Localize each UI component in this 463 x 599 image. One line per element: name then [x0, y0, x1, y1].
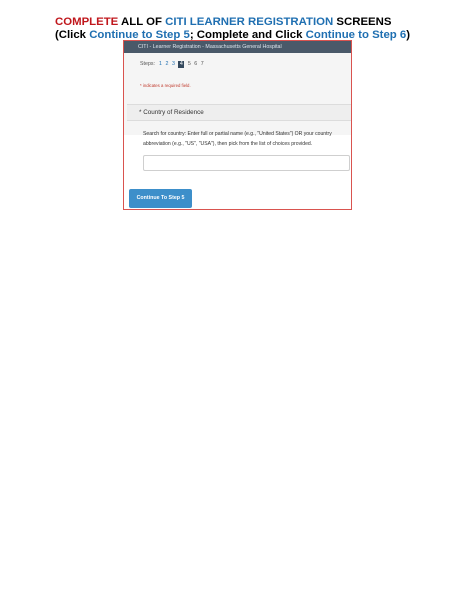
step-5: 5: [187, 61, 191, 67]
heading-all-of: ALL OF: [118, 16, 166, 28]
heading-open: (Click: [55, 29, 90, 41]
step-2[interactable]: 2: [165, 61, 168, 67]
instruction-heading: COMPLETE ALL OF CITI LEARNER REGISTRATIO…: [55, 16, 455, 42]
step-1[interactable]: 1: [159, 61, 162, 67]
steps-label: Steps:: [140, 61, 156, 67]
country-search-instructions: Search for country: Enter full or partia…: [143, 131, 332, 147]
step-6: 6: [194, 61, 198, 67]
step-navigation: Steps: 1 2 3 4 5 6 7: [140, 61, 207, 68]
registration-screenshot: CITI - Learner Registration - Massachuse…: [123, 40, 352, 210]
country-search-input[interactable]: [143, 155, 350, 171]
heading-complete: COMPLETE: [55, 16, 119, 28]
country-of-residence-header: * Country of Residence: [127, 104, 351, 121]
heading-screens: SCREENS: [333, 16, 392, 28]
heading-line-1: COMPLETE ALL OF CITI LEARNER REGISTRATIO…: [55, 16, 455, 29]
steps-panel: Steps: 1 2 3 4 5 6 7 * indicates a required fie…: [124, 53, 351, 135]
step-4-current: 4: [178, 61, 185, 68]
step-7: 7: [200, 61, 204, 67]
step-3[interactable]: 3: [172, 61, 175, 67]
continue-to-step-5-button[interactable]: Continue To Step 5: [129, 189, 192, 208]
window-title: CITI - Learner Registration - Massachuse…: [124, 41, 351, 53]
required-field-note: * indicates a required field.: [140, 83, 191, 88]
heading-citi: CITI LEARNER REGISTRATION: [165, 16, 334, 28]
heading-close: ): [406, 29, 411, 41]
